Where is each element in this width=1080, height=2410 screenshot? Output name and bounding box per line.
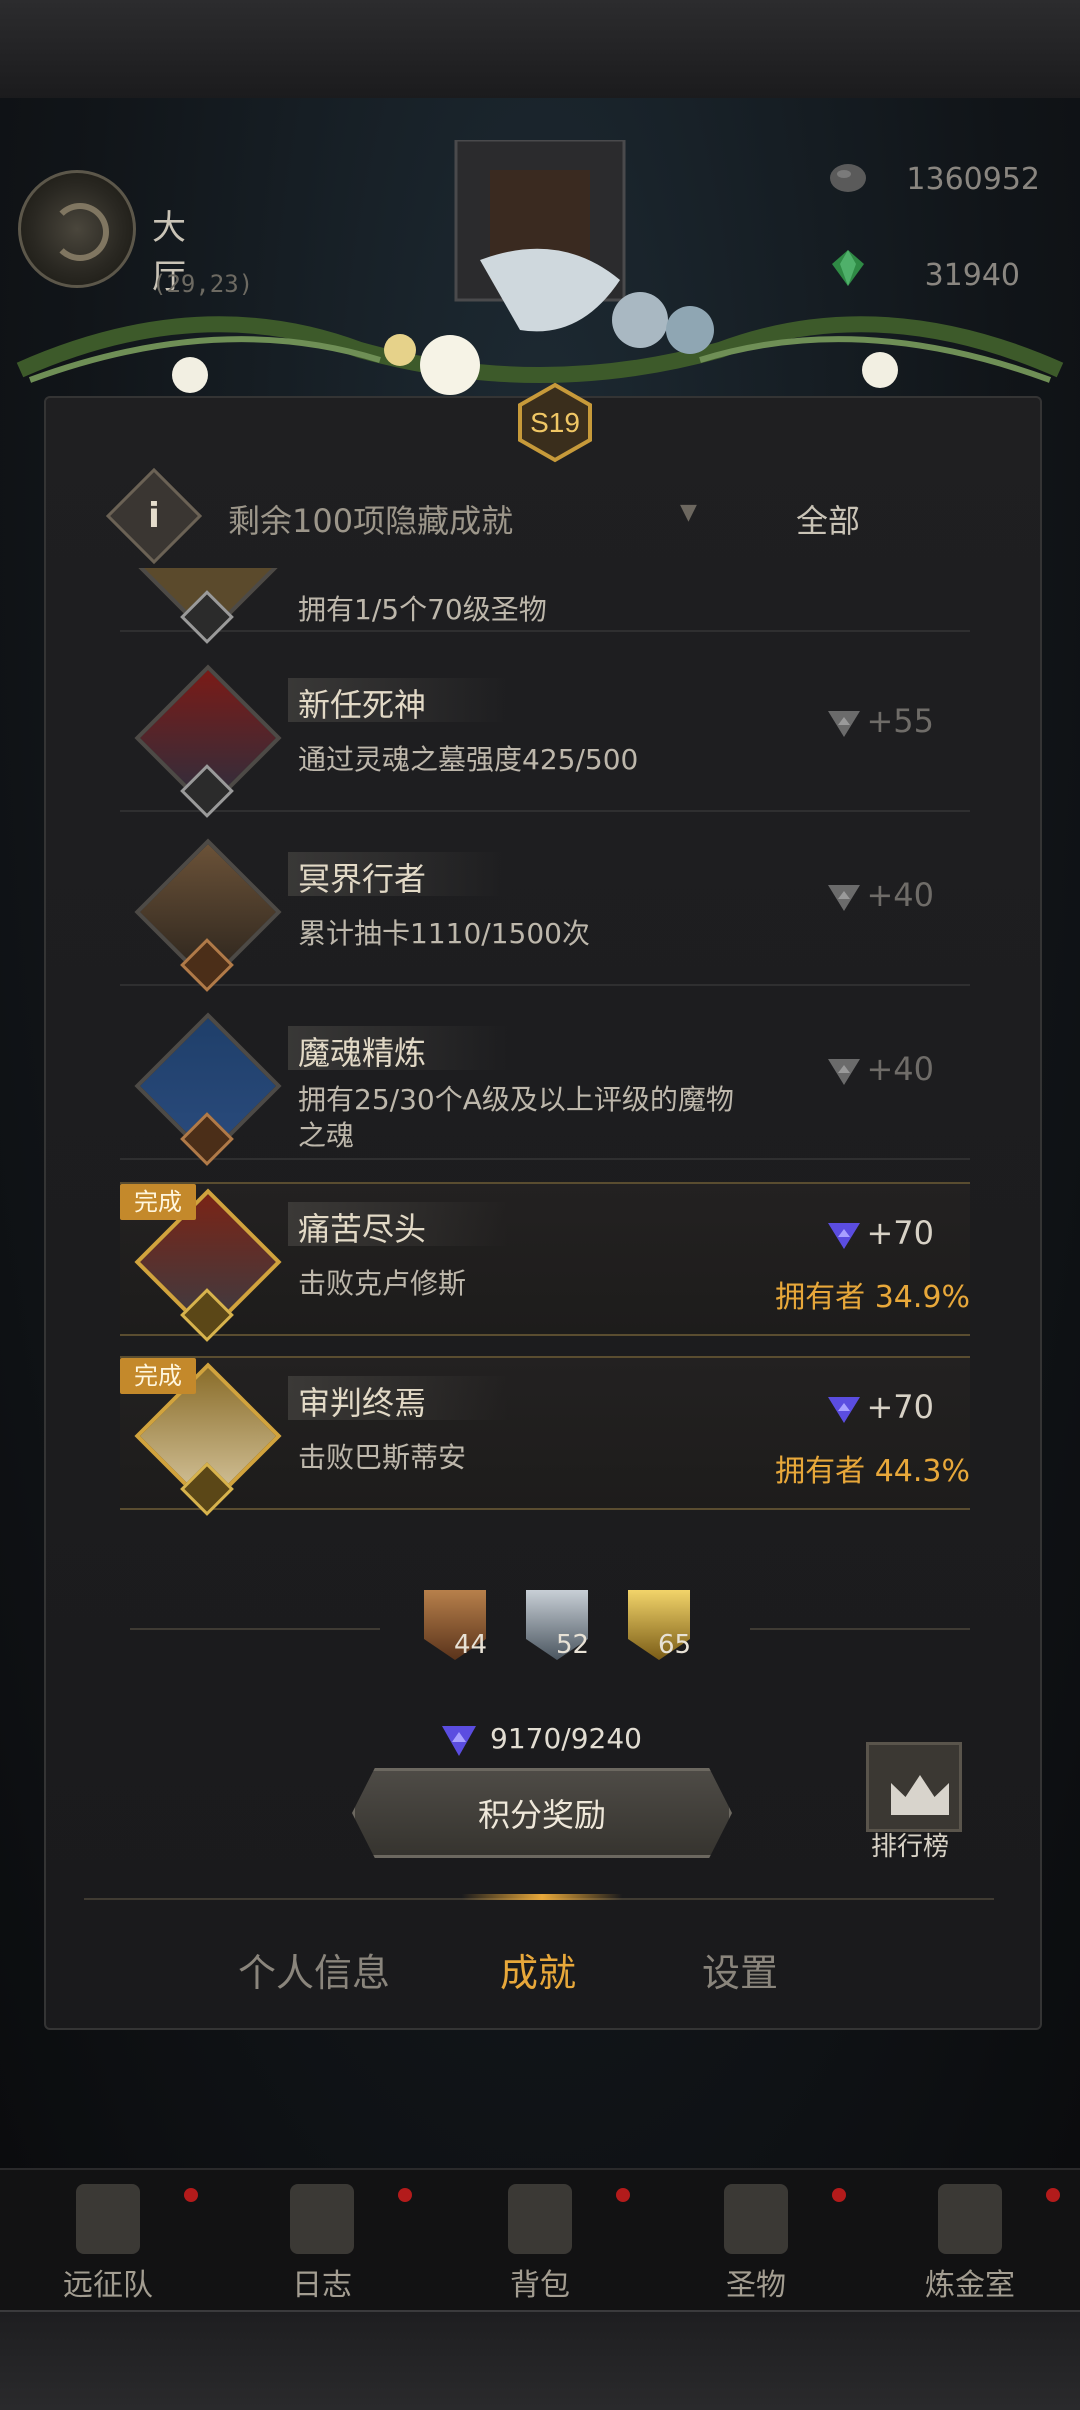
bottom-frame [0,2310,1080,2410]
achievement-row[interactable]: 拥有1/5个70级圣物 [120,568,970,644]
points-icon [828,1223,861,1249]
points-icon [828,1397,861,1423]
owner-percent: 拥有者 34.9% [775,1280,970,1315]
notification-dot [832,2188,846,2202]
achievement-row-completed[interactable]: 完成 痛苦尽头 击败克卢修斯 +70 拥有者 34.9% [120,1182,970,1342]
achievement-points: +70 [826,1214,934,1252]
achievement-title: 冥界行者 [298,860,427,898]
season-garland: S19 [16,140,1064,463]
notification-dot [184,2188,198,2202]
achievement-row-completed[interactable]: 完成 审判终焉 击败巴斯蒂安 +70 拥有者 44.3% [120,1356,970,1516]
ranking-label: 排行榜 [870,1832,949,1862]
backpack-icon [508,2184,572,2254]
silver-tier-count: 52 [526,1590,596,1666]
season-badge: S19 [530,407,580,438]
nav-relic[interactable]: 圣物 [656,2184,856,2304]
nav-bag[interactable]: 背包 [440,2184,640,2304]
top-frame [0,0,1080,100]
scroll-icon [290,2184,354,2254]
completed-tag: 完成 [120,1358,196,1394]
achievement-desc: 拥有1/5个70级圣物 [298,593,547,626]
achievement-title: 新任死神 [298,686,427,724]
notification-dot [398,2188,412,2202]
points-icon [442,1726,476,1756]
gold-tier-count: 65 [628,1590,698,1666]
nav-log[interactable]: 日志 [222,2184,422,2304]
active-tab-indicator [462,1894,622,1900]
achievement-list[interactable]: 拥有1/5个70级圣物 新任死神 通过灵魂之墓强度425/500 +55 冥界行… [120,568,970,1520]
achievement-title: 审判终焉 [298,1384,427,1422]
chalice-icon [724,2184,788,2254]
tab-settings[interactable]: 设置 [702,1942,778,1997]
notification-dot [1046,2188,1060,2202]
owner-percent: 拥有者 44.3% [775,1454,970,1489]
points-icon [828,1059,861,1085]
hidden-count-text: 剩余100项隐藏成就 [228,502,514,540]
achievement-row[interactable]: 魔魂精炼 拥有25/30个A级及以上评级的魔物之魂 +40 [120,1008,970,1166]
info-icon[interactable]: i [105,467,203,565]
points-reward-button[interactable]: 积分奖励 [352,1768,732,1858]
achievement-title: 痛苦尽头 [298,1210,427,1248]
achievement-desc: 击败克卢修斯 [298,1267,467,1300]
bronze-tier-count: 44 [424,1590,494,1666]
achievement-title: 魔魂精炼 [298,1034,427,1072]
achievement-desc: 击败巴斯蒂安 [298,1441,467,1474]
completed-tag: 完成 [120,1184,196,1220]
notification-dot [616,2188,630,2202]
nav-alchemy[interactable]: 炼金室 [870,2184,1070,2304]
total-score: 9170/9240 [490,1722,642,1755]
achievement-points: +70 [826,1388,934,1426]
bottom-navigation: 远征队 日志 背包 圣物 炼金室 [0,2168,1080,2312]
achievement-points: +40 [826,1050,934,1088]
achievement-badge [134,1012,282,1166]
achievement-badge [134,664,282,818]
ranking-button[interactable]: 排行榜 [860,1734,962,1864]
alchemy-icon [938,2184,1002,2254]
points-icon [828,711,861,737]
achievement-row[interactable]: 冥界行者 累计抽卡1110/1500次 +40 [120,834,970,992]
tab-achievements[interactable]: 成就 [500,1942,576,1997]
achievement-points: +40 [826,876,934,914]
tab-profile[interactable]: 个人信息 [238,1942,390,1997]
filter-scope-select[interactable]: 全部 [796,496,860,542]
achievement-desc: 拥有25/30个A级及以上评级的魔物之魂 [298,1083,734,1152]
hidden-achievements-filter[interactable]: i 剩余100项隐藏成就 ▼ 全部 [105,460,990,572]
achievement-desc: 通过灵魂之墓强度425/500 [298,743,639,776]
achievement-badge [134,568,282,644]
achievement-points: +55 [826,702,934,740]
viking-helmet-icon [76,2184,140,2254]
nav-expedition[interactable]: 远征队 [8,2184,208,2304]
dropdown-arrow-icon[interactable]: ▼ [680,500,697,525]
crown-icon [891,1775,949,1815]
tier-summary: 44 52 65 [130,1590,970,1670]
achievement-row[interactable]: 新任死神 通过灵魂之墓强度425/500 +55 [120,660,970,818]
points-icon [828,885,861,911]
achievement-desc: 累计抽卡1110/1500次 [298,917,590,950]
achievement-badge [134,838,282,992]
